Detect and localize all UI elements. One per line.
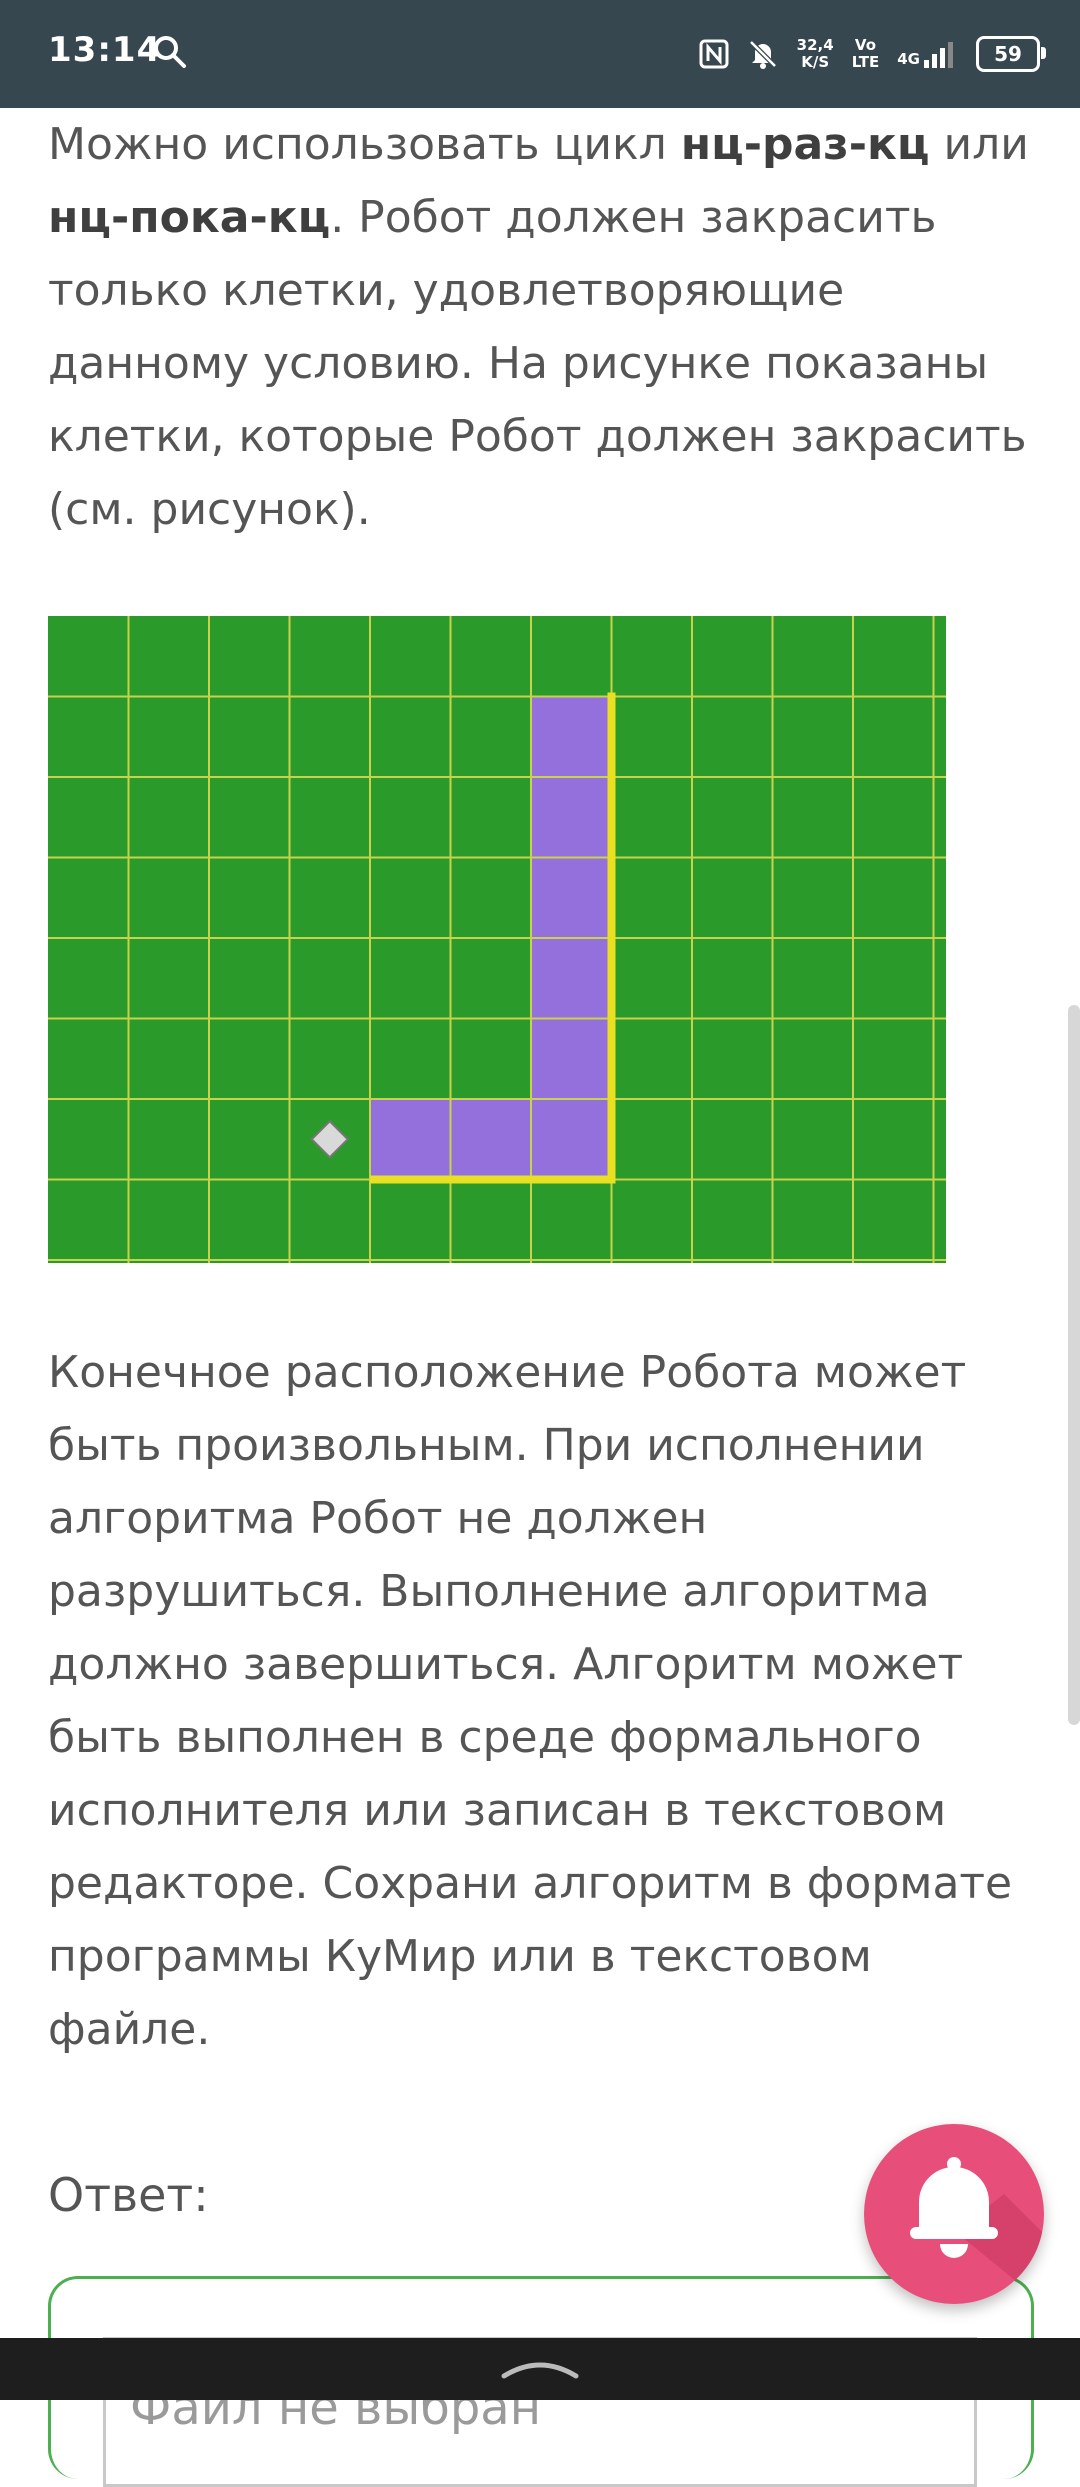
notification-bell-button[interactable] <box>864 2124 1044 2304</box>
battery-indicator: 59 <box>976 36 1046 72</box>
volte-indicator: Vo LTE <box>851 36 880 71</box>
robot-field-figure <box>48 616 946 1263</box>
painted-cell <box>531 1099 612 1180</box>
painted-cell <box>450 1099 531 1180</box>
painted-cell <box>531 777 612 858</box>
painted-cell <box>531 696 612 777</box>
network-type: 4G <box>897 50 920 68</box>
net-speed: 32,4 K/S <box>796 36 834 71</box>
chevron-up-icon[interactable] <box>500 2352 580 2382</box>
painted-cell <box>531 938 612 1019</box>
bell-icon <box>910 2157 1044 2304</box>
status-icons: 32,4 K/S Vo LTE 4G 59 <box>699 22 1046 86</box>
navigation-bar <box>0 2338 1080 2400</box>
status-bar: 13:14 32,4 K/S Vo LTE 4G 59 <box>0 0 1080 108</box>
nfc-icon <box>699 39 729 69</box>
loop-keyword-2: нц-пока-кц <box>48 192 331 243</box>
painted-cell <box>531 1018 612 1099</box>
loop-keyword-1: нц-раз-кц <box>680 119 930 170</box>
status-time: 13:14 <box>48 30 162 70</box>
answer-label: Ответ: <box>48 2168 209 2222</box>
painted-cell <box>370 1099 451 1180</box>
task-paragraph-2: Конечное расположение Робота может быть … <box>48 1347 1013 2055</box>
search-icon <box>154 36 186 68</box>
mute-bell-icon <box>748 40 777 69</box>
task-paragraph-1: Можно использовать цикл нц-раз-кц или нц… <box>48 119 1029 535</box>
scrollbar[interactable] <box>1068 1005 1080 1725</box>
painted-cell <box>531 857 612 938</box>
signal-icon: 4G <box>897 40 958 68</box>
